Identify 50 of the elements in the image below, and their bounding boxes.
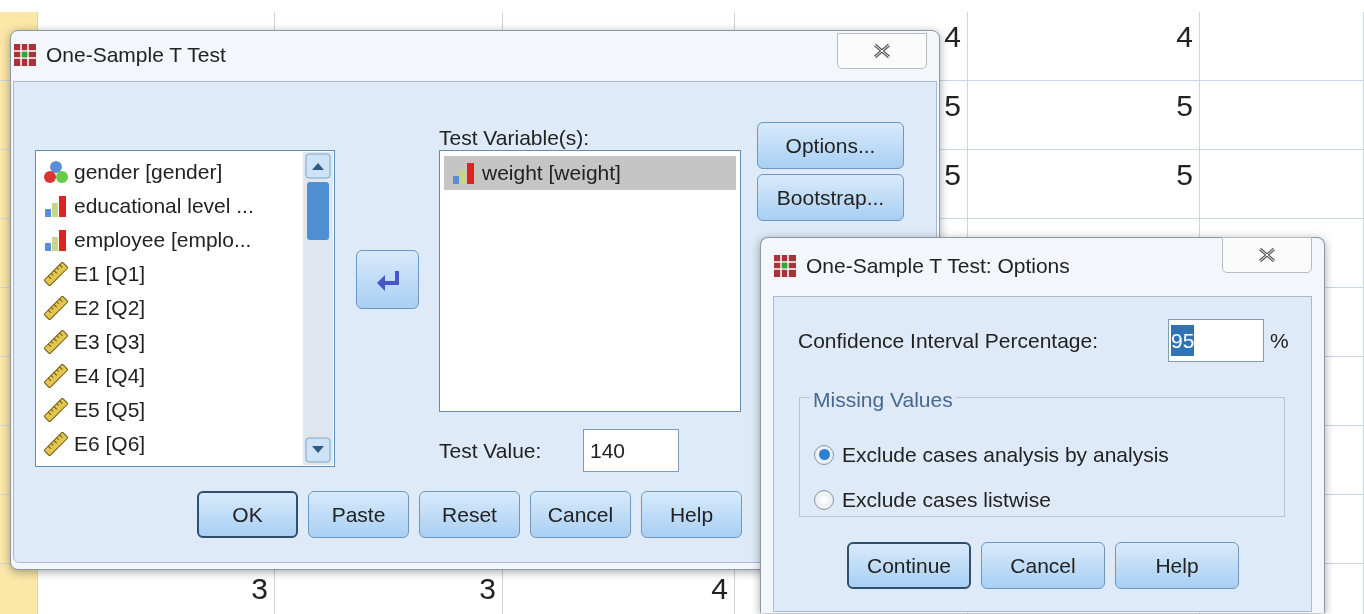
table-icon: [773, 254, 797, 278]
dialog-button[interactable]: Reset: [419, 491, 520, 538]
radio-option[interactable]: Exclude cases analysis by analysis: [814, 432, 1284, 477]
dialog-button[interactable]: OK: [197, 491, 298, 538]
field-label: Confidence Interval Percentage:: [798, 327, 1100, 354]
bar-chart-icon: [44, 228, 68, 252]
cell-value: 5: [1176, 158, 1193, 191]
dialog-button[interactable]: Options...: [757, 122, 904, 169]
cell-value: 5: [1176, 89, 1193, 122]
cell-value: 4: [711, 572, 728, 605]
dialog-button[interactable]: Paste: [308, 491, 409, 538]
close-icon: [1258, 247, 1276, 263]
variable-item[interactable]: E1 [Q1]: [36, 257, 304, 291]
close-icon: [873, 43, 891, 59]
window-title: One-Sample T Test: Options: [806, 253, 1070, 280]
input-field[interactable]: 140: [583, 429, 679, 472]
dialog-button[interactable]: Continue: [847, 542, 971, 589]
dialog-button[interactable]: Bootstrap...: [757, 174, 904, 221]
field-label: Test Variable(s):: [439, 125, 591, 150]
variable-item[interactable]: E3 [Q3]: [36, 325, 304, 359]
variable-item[interactable]: educational level ...: [36, 189, 304, 223]
unit-label: %: [1270, 327, 1289, 354]
table-icon: [13, 43, 37, 67]
move-button[interactable]: [356, 250, 419, 309]
variable-item[interactable]: E6 [Q6]: [36, 427, 304, 461]
close-button[interactable]: [1222, 237, 1312, 273]
circles-icon: [44, 160, 68, 184]
cell-value: 4: [1176, 20, 1193, 53]
variable-item[interactable]: employee [emplo...: [36, 223, 304, 257]
variable-item[interactable]: E4 [Q4]: [36, 359, 304, 393]
cell-value: 5: [944, 89, 961, 122]
variable-item[interactable]: gender [gender]: [36, 155, 304, 189]
variable-item[interactable]: E2 [Q2]: [36, 291, 304, 325]
dialog-button[interactable]: Help: [641, 491, 742, 538]
variable-item[interactable]: E5 [Q5]: [36, 393, 304, 427]
close-button[interactable]: [837, 33, 927, 69]
dialog-button[interactable]: Cancel: [981, 542, 1105, 589]
field-label: Test Value:: [439, 437, 543, 464]
window-title: One-Sample T Test: [46, 42, 226, 69]
cell-value: 5: [944, 158, 961, 191]
cell-value: 3: [479, 572, 496, 605]
dialog-button[interactable]: Help: [1115, 542, 1239, 589]
bar-chart-icon: [44, 194, 68, 218]
input-field[interactable]: 95: [1168, 319, 1264, 362]
dialog-button[interactable]: Cancel: [530, 491, 631, 538]
bar-chart-icon: [452, 161, 476, 185]
variable-item[interactable]: weight [weight]: [444, 156, 736, 190]
cell-value: 4: [944, 20, 961, 53]
radio-option[interactable]: Exclude cases listwise: [814, 477, 1284, 522]
cell-value: 3: [251, 572, 268, 605]
